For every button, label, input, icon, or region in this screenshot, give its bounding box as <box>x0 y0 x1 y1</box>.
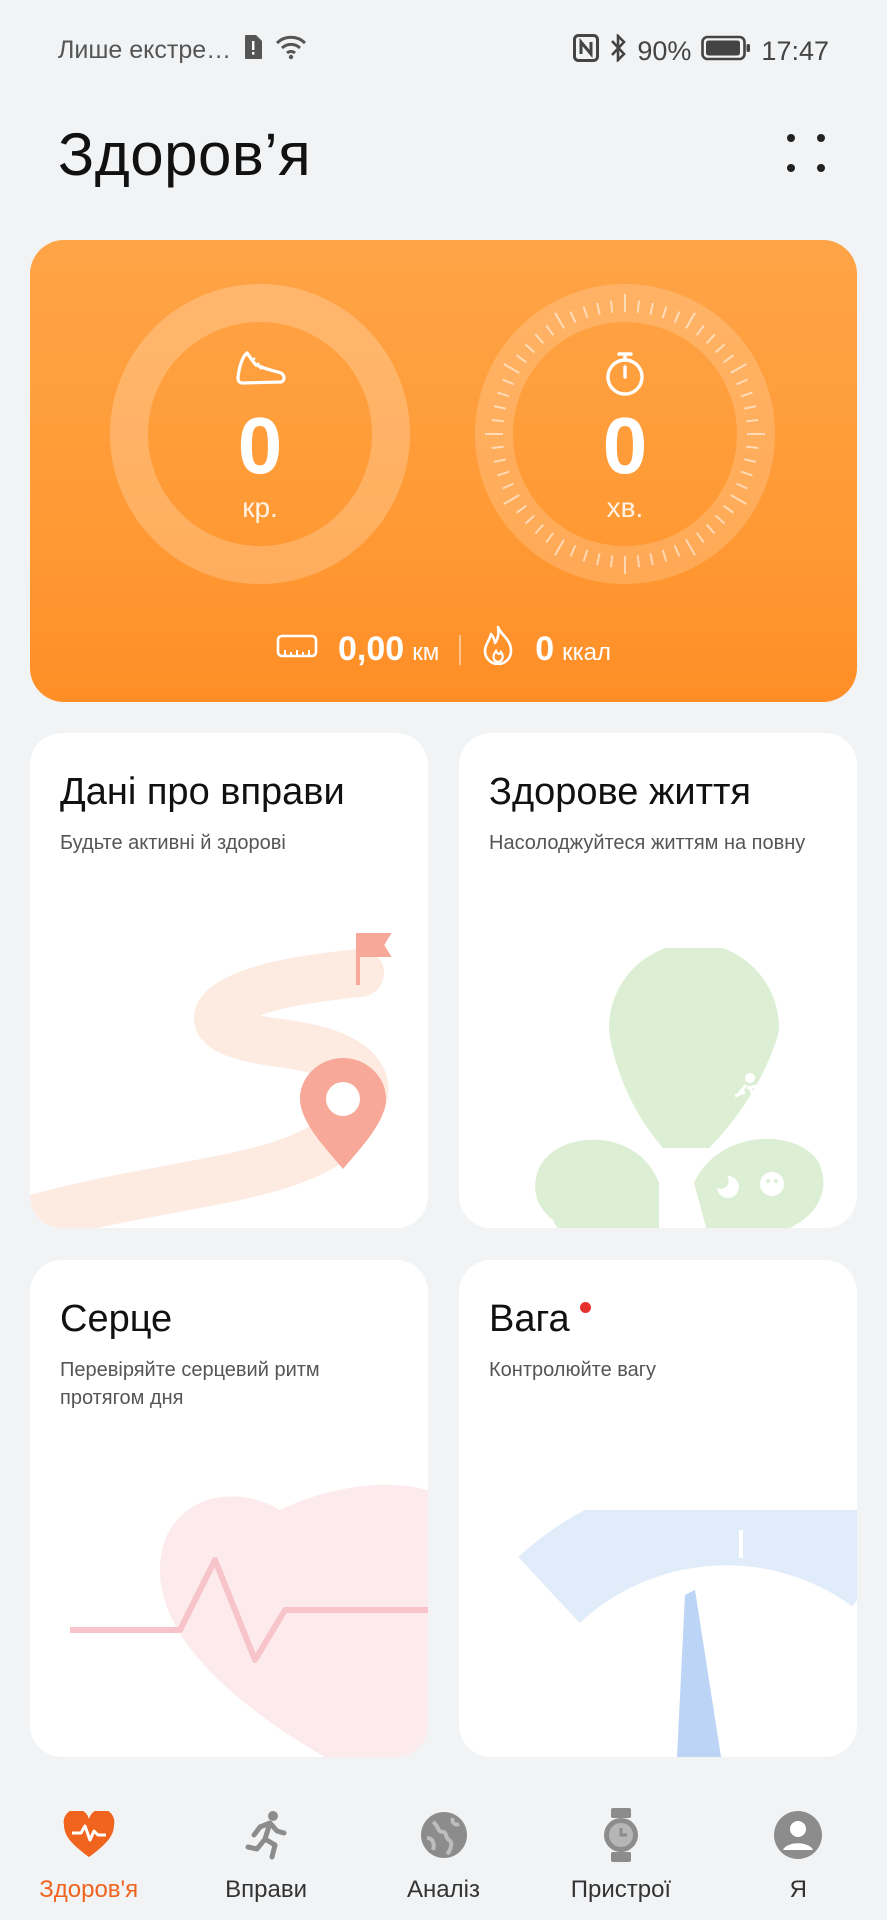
card-subtitle: Контролюйте вагу <box>489 1359 657 1381</box>
divider <box>459 634 462 665</box>
clock: 17:47 <box>761 36 829 66</box>
card-title-text: Вага <box>489 1298 570 1340</box>
stopwatch-icon <box>602 350 648 403</box>
calories-value: 0 <box>535 630 555 668</box>
steps-unit: кр. <box>242 492 278 523</box>
bottom-navigation: Здоров'я Вправи Аналіз Пристрої Я <box>0 1780 887 1920</box>
sneaker-icon <box>235 348 287 393</box>
flame-icon <box>481 625 515 674</box>
globe-icon <box>417 1808 471 1862</box>
nav-devices[interactable]: Пристрої <box>532 1780 709 1920</box>
battery-icon <box>701 35 751 68</box>
ring-tick <box>636 555 641 568</box>
nfc-icon <box>573 34 600 69</box>
page-title: Здоров’я <box>58 121 312 188</box>
ring-tick <box>609 555 614 568</box>
heart-card[interactable]: Серце Перевіряйте серцевий ритм протягом… <box>30 1260 428 1757</box>
ring-tick <box>636 300 641 313</box>
steps-value: 0 <box>237 401 283 490</box>
minutes-value: 0 <box>602 401 648 490</box>
card-subtitle: Будьте активні й здорові <box>60 832 286 854</box>
scale-gauge-illustration <box>518 1510 857 1757</box>
bluetooth-icon <box>609 32 627 69</box>
ruler-icon <box>276 630 318 669</box>
clover-illustration <box>535 948 824 1228</box>
nav-label: Пристрої <box>570 1876 672 1903</box>
grid-dots-icon[interactable] <box>779 126 835 182</box>
nav-exercise[interactable]: Вправи <box>177 1780 354 1920</box>
exercise-data-card[interactable]: Дані про вправи Будьте активні й здорові <box>30 733 428 1228</box>
nav-label: Здоров'я <box>39 1876 139 1903</box>
profile-icon <box>771 1808 825 1862</box>
activity-footer: 0,00 км 0 ккал <box>30 625 857 674</box>
running-icon <box>239 1808 293 1862</box>
minutes-unit: хв. <box>606 492 644 523</box>
nav-label: Аналіз <box>407 1876 480 1903</box>
sim-alert-icon <box>243 34 263 67</box>
activity-summary-card[interactable]: 0 кр. 0 хв. 0,00 км 0 ккал <box>30 240 857 702</box>
status-bar: Лише екстре… 90% 17:47 <box>0 0 887 100</box>
battery-percent: 90% <box>637 36 692 66</box>
wifi-icon <box>275 34 307 67</box>
carrier-text: Лише екстре… <box>58 36 232 64</box>
ring-tick <box>746 445 759 450</box>
nav-label: Вправи <box>225 1876 308 1903</box>
weight-card[interactable]: Вага Контролюйте вагу <box>459 1260 857 1757</box>
heart-illustration <box>70 1484 428 1757</box>
ring-tick <box>491 445 504 450</box>
card-title: Дані про вправи <box>60 771 345 813</box>
ring-tick <box>609 300 614 313</box>
heart-pulse-icon <box>62 1808 116 1862</box>
ring-tick <box>746 418 759 423</box>
distance-value: 0,00 <box>338 630 405 668</box>
calories-unit: ккал <box>562 639 611 666</box>
card-title: Здорове життя <box>489 771 752 813</box>
card-subtitle: Перевіряйте серцевий ритм протягом дня <box>60 1359 320 1409</box>
healthy-living-card[interactable]: Здорове життя Насолоджуйтеся життям на п… <box>459 733 857 1228</box>
distance-unit: км <box>412 639 440 666</box>
card-title: Серце <box>60 1298 173 1340</box>
nav-label: Я <box>789 1876 807 1903</box>
notification-dot <box>579 1302 591 1313</box>
ring-tick <box>491 418 504 423</box>
nav-me[interactable]: Я <box>710 1780 887 1920</box>
card-subtitle: Насолоджуйтеся життям на повну <box>489 832 806 854</box>
route-illustration <box>30 933 392 1228</box>
card-title: Вага <box>489 1298 591 1341</box>
nav-health[interactable]: Здоров'я <box>0 1780 177 1920</box>
nav-analysis[interactable]: Аналіз <box>355 1780 532 1920</box>
watch-icon <box>594 1808 648 1862</box>
